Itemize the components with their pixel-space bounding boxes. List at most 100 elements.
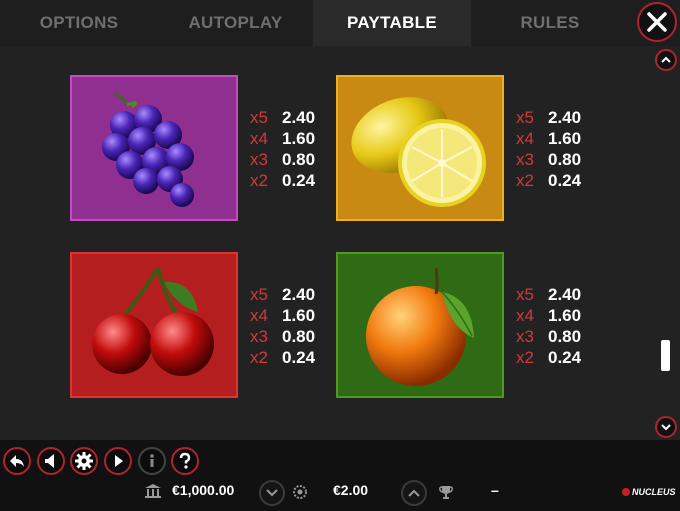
tab-bar: OPTIONS AUTOPLAY PAYTABLE RULES [0,0,680,46]
payout: 1.60 [282,129,316,148]
pay-row: x4 1.60 [516,305,581,326]
logo-text: NUCLEUS [632,487,676,497]
orange-icon [366,267,474,386]
paytable-lemon: x5 2.40 x4 1.60 x3 0.80 x2 0.24 [516,107,581,191]
pay-row: x5 2.40 [250,284,315,305]
multiplier: x2 [516,171,534,190]
payout: 2.40 [548,285,582,304]
payout: 2.40 [282,285,316,304]
multiplier: x5 [250,285,268,304]
pay-row: x5 2.40 [250,107,315,128]
multiplier: x4 [516,306,534,325]
tab-options[interactable]: OPTIONS [0,0,158,46]
payout: 0.80 [548,150,582,169]
logo-mark [622,488,630,496]
grapes-icon [102,92,194,207]
paytable-content: x5 2.40 x4 1.60 x3 0.80 x2 0.24 x5 2.40 … [0,46,680,440]
pay-row: x2 0.24 [250,347,315,368]
cherries-icon [92,266,214,376]
close-button[interactable] [637,2,677,42]
pay-row: x2 0.24 [516,347,581,368]
balance-value: €1,000.00 [172,482,235,498]
tab-paytable[interactable]: PAYTABLE [313,0,471,46]
win-value: – [491,482,499,498]
back-button[interactable] [3,447,31,475]
multiplier: x3 [516,327,534,346]
payout: 0.80 [282,327,316,346]
multiplier: x5 [250,108,268,127]
pay-row: x3 0.80 [516,326,581,347]
paytable-orange: x5 2.40 x4 1.60 x3 0.80 x2 0.24 [516,284,581,368]
bet-decrease-button[interactable] [259,480,285,506]
help-icon [179,452,191,469]
settings-button[interactable] [70,447,98,475]
payout: 1.60 [548,129,582,148]
pay-row: x4 1.60 [516,128,581,149]
multiplier: x2 [250,171,268,190]
payout: 0.24 [282,171,316,190]
tab-autoplay[interactable]: AUTOPLAY [158,0,313,46]
pay-row: x3 0.80 [250,149,315,170]
paytable-screen: OPTIONS AUTOPLAY PAYTABLE RULES x5 2.40 … [0,0,680,511]
sound-button[interactable] [37,447,65,475]
bet-increase-button[interactable] [401,480,427,506]
multiplier: x2 [516,348,534,367]
multiplier: x3 [250,150,268,169]
multiplier: x4 [250,306,268,325]
pay-row: x4 1.60 [250,305,315,326]
chevron-up-icon [661,56,671,63]
pay-row: x3 0.80 [250,326,315,347]
pay-row: x2 0.24 [516,170,581,191]
payout: 0.24 [282,348,316,367]
symbol-grapes [70,75,238,221]
chevron-up-icon [408,489,420,497]
scrollbar-thumb[interactable] [661,340,670,371]
sound-icon [45,454,54,468]
payout: 0.24 [548,348,582,367]
trophy-icon [439,486,453,499]
info-button[interactable] [138,447,166,475]
multiplier: x5 [516,285,534,304]
pay-row: x2 0.24 [250,170,315,191]
bank-icon [145,484,161,498]
payout: 0.80 [548,327,582,346]
payout: 2.40 [282,108,316,127]
multiplier: x3 [250,327,268,346]
settings-icon [75,452,93,470]
multiplier: x4 [516,129,534,148]
symbol-orange [336,252,504,398]
pay-row: x3 0.80 [516,149,581,170]
bottom-bar [0,440,680,511]
info-icon [150,454,154,467]
payout: 1.60 [548,306,582,325]
paytable-cherries: x5 2.40 x4 1.60 x3 0.80 x2 0.24 [250,284,315,368]
multiplier: x5 [516,108,534,127]
chevron-down-icon [661,424,671,431]
symbol-lemon [336,75,504,221]
coin-stack-icon [293,485,307,499]
payout: 1.60 [282,306,316,325]
pay-row: x5 2.40 [516,284,581,305]
payout: 0.80 [282,150,316,169]
play-button[interactable] [104,447,132,475]
pay-row: x5 2.40 [516,107,581,128]
tab-rules[interactable]: RULES [471,0,629,46]
close-icon [647,12,667,32]
multiplier: x2 [250,348,268,367]
pay-row: x4 1.60 [250,128,315,149]
chevron-down-icon [266,489,278,497]
back-icon [10,455,24,467]
play-icon [115,455,123,467]
payout: 2.40 [548,108,582,127]
nucleus-logo: NUCLEUS [622,487,676,497]
scroll-up-button[interactable] [655,49,677,71]
lemon-icon [351,97,486,207]
bet-value: €2.00 [333,482,369,498]
multiplier: x3 [516,150,534,169]
help-button[interactable] [171,447,199,475]
scroll-down-button[interactable] [655,416,677,438]
payout: 0.24 [548,171,582,190]
multiplier: x4 [250,129,268,148]
symbol-cherries [70,252,238,398]
paytable-grapes: x5 2.40 x4 1.60 x3 0.80 x2 0.24 [250,107,315,191]
